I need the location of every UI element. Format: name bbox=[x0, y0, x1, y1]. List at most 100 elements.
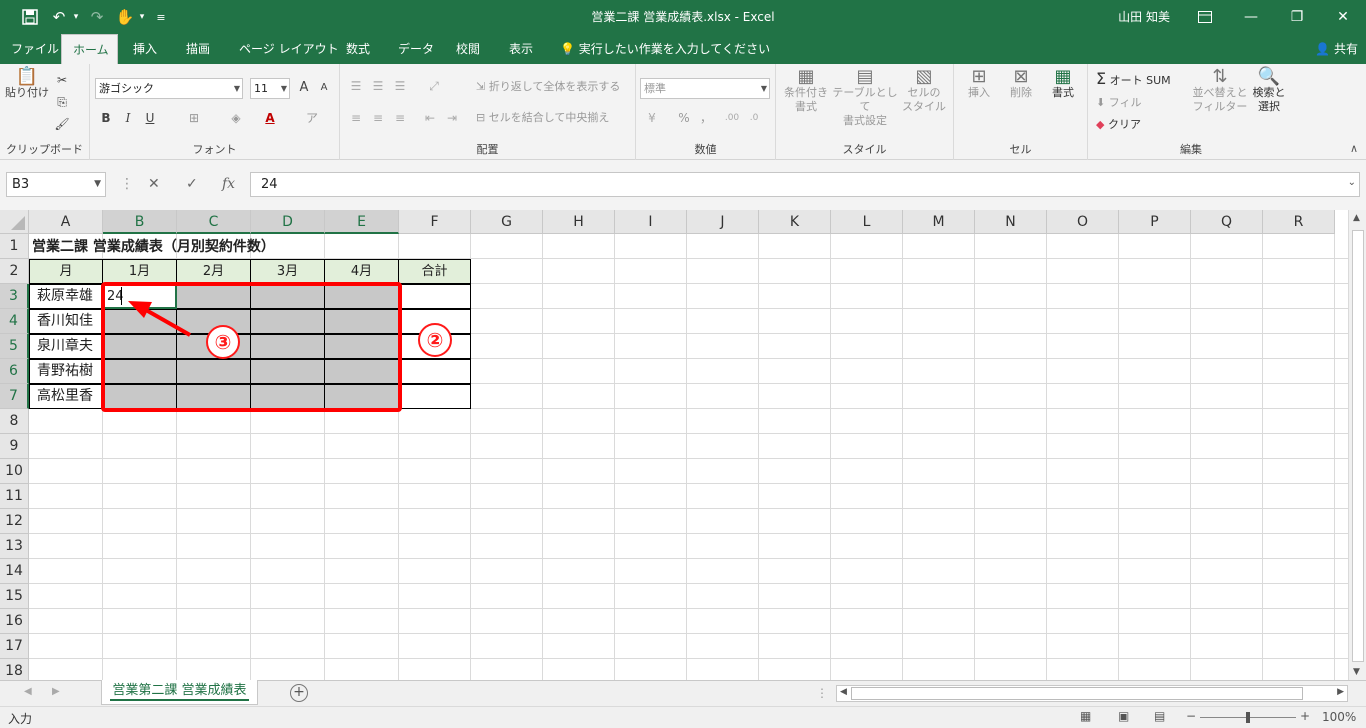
comma-button[interactable]: ， bbox=[696, 108, 716, 128]
column-header-q[interactable]: Q bbox=[1191, 210, 1263, 234]
tab-home[interactable]: ホーム bbox=[61, 34, 118, 64]
fill-color-icon[interactable]: ◈ bbox=[226, 108, 246, 128]
delete-cells-button[interactable]: ⊠ 削除 bbox=[1002, 68, 1040, 100]
decrease-indent-icon[interactable]: ⇤ bbox=[420, 108, 440, 128]
column-header-k[interactable]: K bbox=[759, 210, 831, 234]
column-header-r[interactable]: R bbox=[1263, 210, 1335, 234]
row-header-11[interactable]: 11 bbox=[0, 484, 29, 509]
underline-button[interactable]: U bbox=[140, 108, 160, 128]
column-header-o[interactable]: O bbox=[1047, 210, 1119, 234]
format-cells-button[interactable]: ▦ 書式 bbox=[1044, 68, 1082, 100]
page-break-view-icon[interactable]: ▤ bbox=[1154, 709, 1165, 723]
column-header-l[interactable]: L bbox=[831, 210, 903, 234]
worksheet-grid[interactable]: ABCDEFGHIJKLMNOPQR 1 2 3 4 5 6 7 8 9 10 11 12 13 14 15… bbox=[0, 210, 1348, 680]
scroll-right-icon[interactable]: ▶ bbox=[1337, 687, 1344, 697]
borders-icon[interactable]: ⊞ bbox=[184, 108, 204, 128]
column-header-g[interactable]: G bbox=[471, 210, 543, 234]
tab-splitter-icon[interactable]: ⋮ bbox=[816, 686, 828, 700]
align-left-icon[interactable]: ≡ bbox=[346, 108, 366, 128]
shrink-font-button[interactable]: A bbox=[314, 78, 334, 98]
tab-file[interactable]: ファイル bbox=[0, 34, 70, 64]
insert-function-button[interactable]: fx bbox=[222, 176, 235, 192]
conditional-formatting-button[interactable]: ▦ 条件付き 書式 bbox=[780, 68, 832, 114]
clear-button[interactable]: ◆ クリア bbox=[1096, 118, 1141, 132]
scroll-down-icon[interactable]: ▼ bbox=[1353, 667, 1360, 677]
copy-icon[interactable]: ⎘ bbox=[52, 92, 72, 112]
expand-formula-bar-icon[interactable]: ⌄ bbox=[1348, 177, 1356, 188]
percent-button[interactable]: % bbox=[674, 108, 694, 128]
cell-styles-button[interactable]: ▧ セルの スタイル bbox=[898, 68, 950, 114]
align-right-icon[interactable]: ≡ bbox=[390, 108, 410, 128]
ribbon-display-icon[interactable] bbox=[1182, 0, 1228, 34]
grow-font-button[interactable]: A bbox=[294, 78, 314, 98]
maximize-button[interactable]: ❐ bbox=[1274, 0, 1320, 34]
row-header-13[interactable]: 13 bbox=[0, 534, 29, 559]
row-header-14[interactable]: 14 bbox=[0, 559, 29, 584]
align-middle-icon[interactable]: ☰ bbox=[368, 76, 388, 96]
scroll-tabs-left-icon[interactable]: ◀ bbox=[24, 686, 32, 697]
cancel-edit-button[interactable]: ✕ bbox=[148, 176, 160, 192]
row-header-15[interactable]: 15 bbox=[0, 584, 29, 609]
column-header-n[interactable]: N bbox=[975, 210, 1047, 234]
align-top-icon[interactable]: ☰ bbox=[346, 76, 366, 96]
column-header-p[interactable]: P bbox=[1119, 210, 1191, 234]
decrease-decimal-icon[interactable]: .0 bbox=[744, 108, 764, 128]
close-button[interactable]: ✕ bbox=[1320, 0, 1366, 34]
font-name-select[interactable]: 游ゴシック ▼ bbox=[95, 78, 243, 99]
user-name[interactable]: 山田 知美 bbox=[1118, 8, 1170, 25]
tab-review[interactable]: 校閲 bbox=[445, 34, 491, 64]
collapse-ribbon-icon[interactable]: ∧ bbox=[1350, 142, 1358, 155]
sheet-tab-active[interactable]: 営業第二課 営業成績表 bbox=[101, 680, 258, 705]
tab-draw[interactable]: 描画 bbox=[175, 34, 221, 64]
scroll-up-icon[interactable]: ▲ bbox=[1353, 213, 1360, 223]
row-header-9[interactable]: 9 bbox=[0, 434, 29, 459]
fill-button[interactable]: ⬇ フィル bbox=[1096, 96, 1142, 110]
merge-center-button[interactable]: ⊟ セルを結合して中央揃え bbox=[476, 111, 609, 125]
wrap-text-button[interactable]: ⇲ 折り返して全体を表示する bbox=[476, 80, 620, 94]
autosum-button[interactable]: Σ オート SUM bbox=[1096, 71, 1171, 88]
horizontal-scroll-thumb[interactable] bbox=[851, 687, 1303, 700]
tab-data[interactable]: データ bbox=[387, 34, 445, 64]
column-header-m[interactable]: M bbox=[903, 210, 975, 234]
zoom-slider-handle[interactable] bbox=[1246, 712, 1250, 723]
share-button[interactable]: 👤 共有 bbox=[1315, 34, 1358, 64]
normal-view-icon[interactable]: ▦ bbox=[1080, 709, 1091, 723]
column-header-i[interactable]: I bbox=[615, 210, 687, 234]
column-header-h[interactable]: H bbox=[543, 210, 615, 234]
align-bottom-icon[interactable]: ☰ bbox=[390, 76, 410, 96]
format-painter-icon[interactable]: 🖌 bbox=[52, 114, 72, 134]
formula-input[interactable]: 24 bbox=[250, 172, 1360, 197]
zoom-out-button[interactable]: − bbox=[1186, 709, 1196, 723]
phonetic-icon[interactable]: ア bbox=[302, 108, 322, 128]
currency-icon[interactable]: ¥ bbox=[642, 108, 662, 128]
row-header-10[interactable]: 10 bbox=[0, 459, 29, 484]
vertical-scrollbar[interactable]: ▲ ▼ bbox=[1348, 210, 1366, 680]
page-layout-view-icon[interactable]: ▣ bbox=[1118, 709, 1129, 723]
column-header-j[interactable]: J bbox=[687, 210, 759, 234]
cut-icon[interactable]: ✂ bbox=[52, 70, 72, 90]
scroll-left-icon[interactable]: ◀ bbox=[840, 687, 847, 697]
confirm-edit-button[interactable]: ✓ bbox=[186, 176, 198, 192]
row-header-18[interactable]: 18 bbox=[0, 659, 29, 680]
vertical-scroll-thumb[interactable] bbox=[1352, 230, 1364, 662]
sort-filter-button[interactable]: ⇅ 並べ替えと フィルター bbox=[1192, 68, 1248, 114]
horizontal-scrollbar[interactable]: ◀ ▶ bbox=[836, 685, 1348, 702]
zoom-level[interactable]: 100% bbox=[1322, 710, 1356, 724]
row-header-16[interactable]: 16 bbox=[0, 609, 29, 634]
scroll-tabs-right-icon[interactable]: ▶ bbox=[52, 686, 60, 697]
tab-view[interactable]: 表示 bbox=[498, 34, 544, 64]
font-color-icon[interactable]: A bbox=[260, 108, 280, 128]
orientation-icon[interactable]: ⤢ bbox=[424, 76, 444, 96]
tell-me-box[interactable]: 💡 実行したい作業を入力してください bbox=[560, 34, 770, 64]
paste-button[interactable]: 📋 貼り付け bbox=[4, 68, 50, 100]
align-center-icon[interactable]: ≡ bbox=[368, 108, 388, 128]
increase-decimal-icon[interactable]: .00 bbox=[722, 108, 742, 128]
font-size-select[interactable]: 11 ▼ bbox=[250, 78, 290, 99]
increase-indent-icon[interactable]: ⇥ bbox=[442, 108, 462, 128]
bold-button[interactable]: B bbox=[96, 108, 116, 128]
add-sheet-button[interactable]: + bbox=[290, 684, 308, 702]
find-select-button[interactable]: 🔍 検索と 選択 bbox=[1248, 68, 1290, 114]
minimize-button[interactable]: — bbox=[1228, 0, 1274, 34]
name-box[interactable]: B3 ▼ bbox=[6, 172, 106, 197]
italic-button[interactable]: I bbox=[118, 108, 138, 128]
